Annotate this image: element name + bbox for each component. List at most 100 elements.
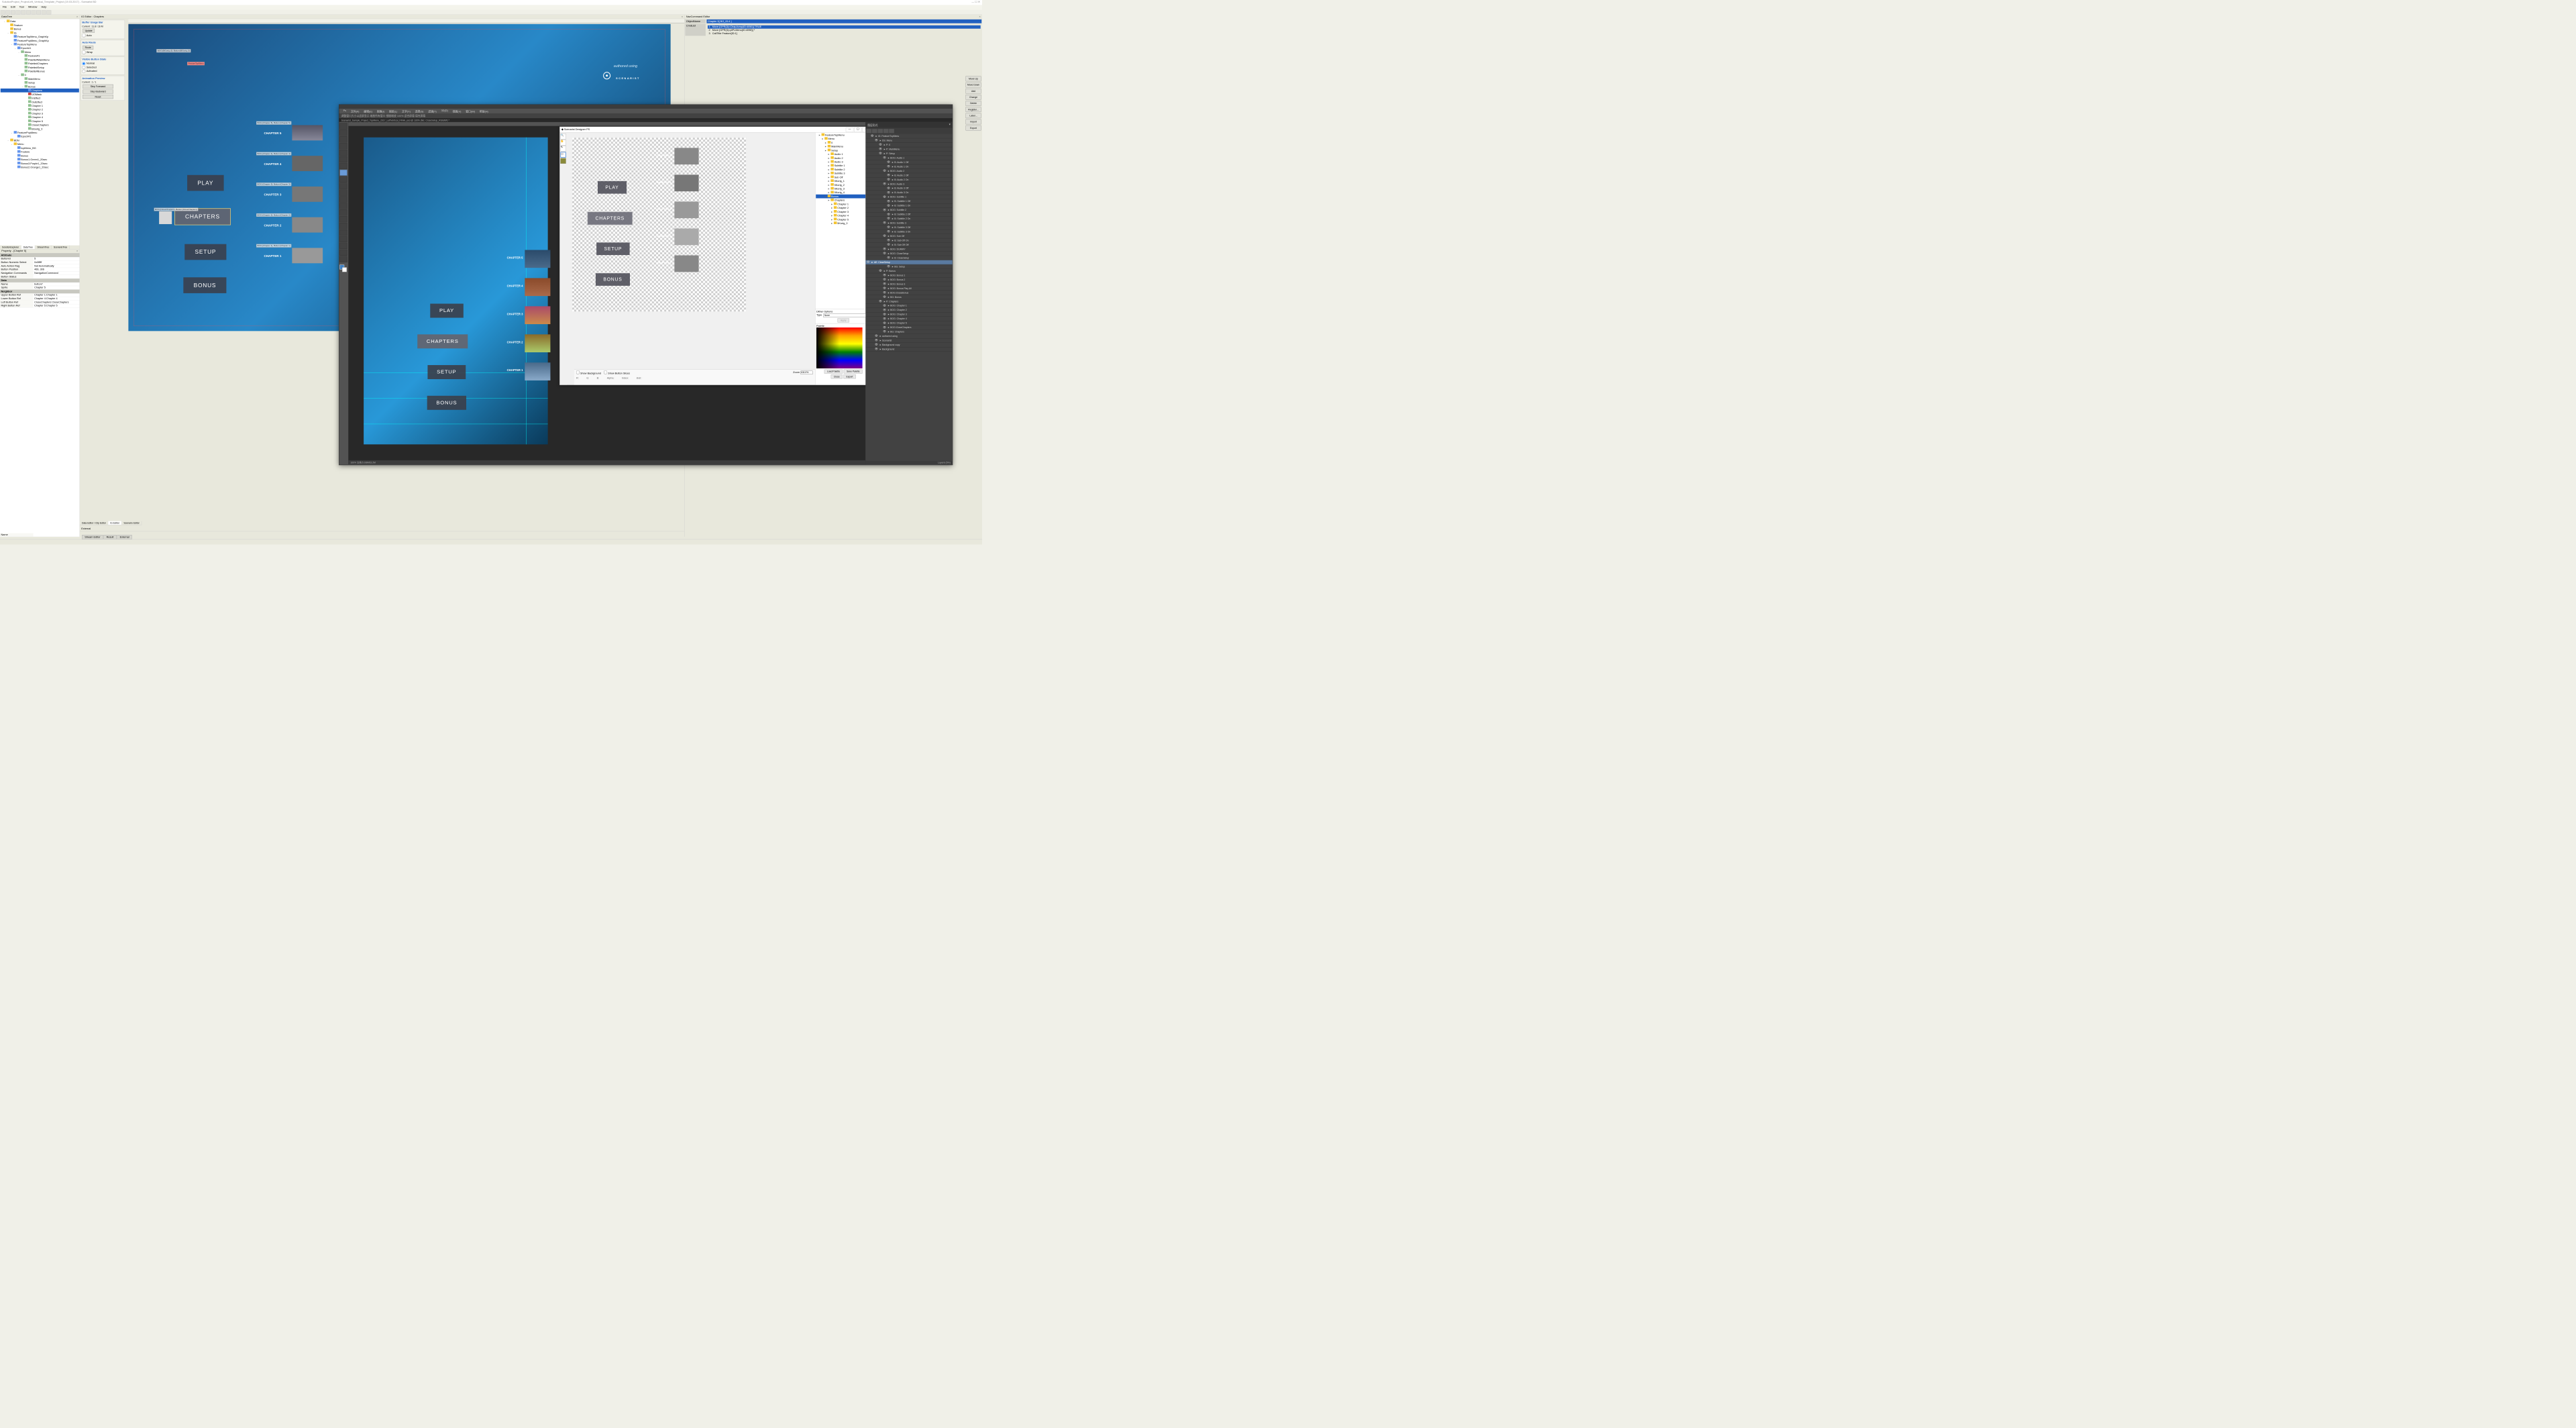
show-slices-checkbox[interactable]: Show Button Slices <box>604 372 630 374</box>
radio-activated[interactable]: Activated <box>82 70 123 73</box>
menu-help[interactable]: Help <box>40 5 48 9</box>
property-row[interactable]: Button Status <box>0 275 80 278</box>
ps-panel-btn[interactable] <box>867 129 872 133</box>
ps-menu-item[interactable]: Ps <box>341 109 349 113</box>
chapter-3-label[interactable]: CHAPTER 3 <box>264 193 281 196</box>
step-forward-button[interactable]: Step Foreward <box>83 85 113 89</box>
change-button[interactable]: Change <box>966 95 981 100</box>
export-button[interactable]: Export <box>843 374 855 378</box>
apply-button[interactable]: Apply <box>838 318 849 322</box>
menu-file[interactable]: File <box>1 5 9 9</box>
ps-panel-btn[interactable] <box>883 129 889 133</box>
ps-layers-panel[interactable]: 👁▸IG: FeatureTopMenu👁▸DS: Menu👁▸P: 0👁▸P:… <box>865 134 953 461</box>
ps-tool[interactable] <box>339 216 347 222</box>
export-button[interactable]: Export <box>966 125 981 131</box>
toolbar-btn[interactable] <box>16 10 21 14</box>
ps-menu-item[interactable]: 滤镜(T) <box>426 109 439 113</box>
ps-panel-btn[interactable] <box>877 129 883 133</box>
ps-tool[interactable] <box>339 196 347 202</box>
ps-menu-item[interactable]: 选择(S) <box>413 109 426 113</box>
route-button[interactable]: Route <box>83 46 93 50</box>
load-palette-button[interactable]: Load Palette <box>824 370 843 374</box>
ps-tool[interactable] <box>339 230 347 236</box>
chapter-1-label[interactable]: CHAPTER 1 <box>264 254 281 258</box>
minimize-button[interactable]: — <box>846 128 853 132</box>
sd-color-swatch[interactable] <box>560 158 566 164</box>
tab-scenario-editor[interactable]: Scenario Editor <box>121 521 142 525</box>
ps-menu-item[interactable]: 帮助(H) <box>478 109 490 113</box>
close-icon[interactable]: × <box>682 15 683 18</box>
register--button[interactable]: Register... <box>966 107 981 112</box>
ps-menu-item[interactable]: 窗口(W) <box>464 109 477 113</box>
menu-setup[interactable]: SETUP <box>184 244 226 260</box>
tab-data-editor[interactable]: Data Editor / Clip Editor <box>80 521 108 525</box>
ps-menu-item[interactable]: 视图(V) <box>451 109 464 113</box>
ps-canvas-area[interactable]: PLAY CHAPTERS SETUP BONUS CHAPTER 5 CHAP… <box>348 122 865 464</box>
toolbar-btn[interactable] <box>32 10 36 14</box>
move-down-button[interactable]: Move Down <box>966 83 981 88</box>
chapter-2-label[interactable]: CHAPTER 2 <box>264 223 281 227</box>
toolbar-btn[interactable] <box>42 10 46 14</box>
toolbar-btn[interactable] <box>46 10 51 14</box>
toolbar-btn[interactable] <box>1 10 5 14</box>
close-button[interactable]: ✕ <box>862 128 865 132</box>
chapter-4-thumb[interactable] <box>292 156 323 171</box>
ps-menu-item[interactable]: 文字(Y) <box>400 109 413 113</box>
label--button[interactable]: Label... <box>966 113 981 119</box>
menu-play[interactable]: PLAY <box>187 175 223 191</box>
ps-tool[interactable] <box>339 183 347 189</box>
ps-tool[interactable] <box>339 256 347 262</box>
wrap-checkbox[interactable]: Wrap <box>82 50 123 54</box>
tab-data-tree[interactable]: DataTree <box>21 246 36 249</box>
property-grid[interactable]: AttributeButtonId5Button Numeric Select0… <box>0 253 80 307</box>
chapter-5-label[interactable]: CHAPTER 5 <box>264 132 281 135</box>
toolbar-btn[interactable] <box>26 10 31 14</box>
ps-menu-item[interactable]: 图像(I) <box>375 109 386 113</box>
ps-tool[interactable] <box>339 190 347 196</box>
ps-tool[interactable] <box>339 123 347 129</box>
sd-tree-node[interactable]: ▸5Korig_0 <box>816 221 865 225</box>
toolbar-btn[interactable] <box>11 10 15 14</box>
add-button[interactable]: Add <box>966 89 981 94</box>
command-list[interactable]: 1Move [GPR(3)=ChapJump(ID:4050)] TRUE2Mo… <box>708 26 981 36</box>
menu-window[interactable]: Window <box>27 5 39 9</box>
data-tree[interactable]: -DataFeatureBonus-IGFeatureTopMenu_Graph… <box>0 19 80 245</box>
close-icon[interactable]: × <box>979 15 980 18</box>
sd-tool-eyedrop[interactable]: ✎ <box>560 146 566 151</box>
scenarist-designer-window[interactable]: ◆ Scenarist Designer PS — ☐ ✕ 🔍 ✋ ✎ ▭ <box>559 127 865 385</box>
ps-menu-item[interactable]: 编辑(E) <box>362 109 374 113</box>
ps-menu-item[interactable]: 图层(L) <box>387 109 399 113</box>
ps-tool[interactable] <box>339 203 347 209</box>
menu-edit[interactable]: Edit <box>9 5 17 9</box>
ps-tool[interactable] <box>339 143 347 149</box>
menu-bonus[interactable]: BONUS <box>183 277 226 293</box>
delete-button[interactable]: Delete <box>966 101 981 106</box>
sd-tool-zoom-in[interactable]: 🔍 <box>560 134 566 139</box>
command-row[interactable]: 3CallTitle Feature[ID:1] <box>708 32 981 36</box>
import-button[interactable]: Import <box>966 119 981 125</box>
auto-checkbox[interactable]: Auto <box>82 34 123 37</box>
toolbar-btn[interactable] <box>5 10 10 14</box>
ps-tool[interactable] <box>339 130 347 136</box>
dither-type-select[interactable]: None <box>823 313 865 317</box>
chapter-3-thumb[interactable] <box>292 187 323 202</box>
move-up-button[interactable]: Move Up <box>966 76 981 82</box>
chapter-1-thumb[interactable] <box>292 248 323 263</box>
sd-tree[interactable]: ▸FeatureTopMenu▸Menu▸0▸MainMenu▸Setup▸Au… <box>815 132 865 309</box>
show-bg-checkbox[interactable]: Show Background <box>576 372 601 374</box>
sd-titlebar[interactable]: ◆ Scenarist Designer PS — ☐ ✕ <box>560 127 866 132</box>
close-chapters-thumb[interactable] <box>159 211 172 224</box>
photoshop-window[interactable]: Ps文件(F)编辑(E)图像(I)图层(L)文字(Y)选择(S)滤镜(T)3D(… <box>339 105 953 466</box>
ps-tool[interactable] <box>339 243 347 249</box>
tree-node[interactable]: Bonus2.Orange1_20sec <box>1 165 79 169</box>
close-icon[interactable]: × <box>76 250 78 252</box>
tab-stream-tree[interactable]: StreamTree <box>35 246 51 249</box>
chapter-4-label[interactable]: CHAPTER 4 <box>264 162 281 166</box>
toolbar-btn[interactable] <box>21 10 25 14</box>
radio-normal[interactable]: Normal <box>82 62 123 65</box>
objectname-value[interactable]: Chapter 5[ BG_ID:4 ] <box>706 19 981 23</box>
ps-tool[interactable] <box>339 236 347 242</box>
close-icon[interactable]: × <box>76 15 78 18</box>
chapter-2-thumb[interactable] <box>292 217 323 233</box>
ps-tool[interactable] <box>339 176 347 183</box>
